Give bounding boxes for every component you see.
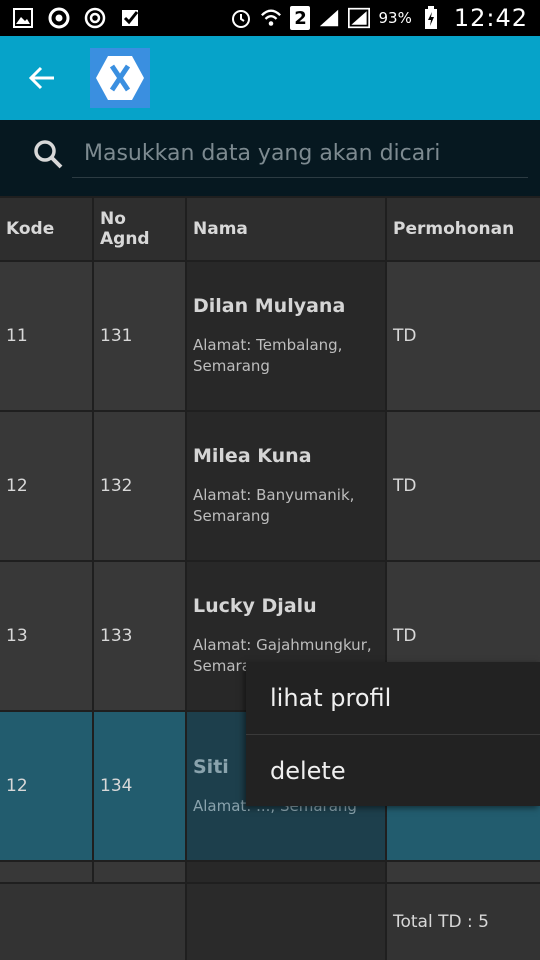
footer-spacer	[187, 884, 387, 960]
battery-icon	[420, 6, 442, 29]
cell-nama: Dilan Mulyana Alamat: Tembalang, Semaran…	[187, 262, 387, 410]
menu-item-delete[interactable]: delete	[246, 734, 540, 806]
xamarin-logo-icon	[96, 56, 144, 100]
cell-kode: 12	[0, 412, 94, 560]
alarm-icon	[230, 7, 252, 29]
total-td: Total TD : 5	[393, 912, 489, 932]
table-footer: Total TD : 5	[0, 884, 540, 960]
context-menu: lihat profil delete	[246, 662, 540, 806]
cell-no-agnd: 133	[94, 562, 187, 710]
header-kode: Kode	[0, 198, 94, 260]
cell-kode: 13	[0, 562, 94, 710]
app-logo	[90, 48, 150, 108]
battery-percent: 93%	[378, 9, 412, 27]
chrome-icon	[48, 7, 70, 29]
cell-permohonan: TD	[393, 326, 417, 346]
cell-kode: 12	[0, 712, 94, 860]
nama-text: Siti	[193, 755, 229, 778]
data-table: Kode No Agnd Nama Permohonan 11 131 Dila…	[0, 196, 540, 960]
sync-icon	[84, 7, 106, 29]
search-input[interactable]	[72, 130, 528, 178]
cell-kode: 11	[0, 262, 94, 410]
table-row[interactable]: 12 132 Milea Kuna Alamat: Banyumanik, Se…	[0, 412, 540, 562]
cell-empty	[94, 862, 187, 882]
cell-nama: Milea Kuna Alamat: Banyumanik, Semarang	[187, 412, 387, 560]
menu-item-lihat-profil[interactable]: lihat profil	[246, 662, 540, 734]
header-no-agnd: No Agnd	[94, 198, 187, 260]
cell-permohonan: TD	[393, 476, 417, 496]
cell-no-agnd: 132	[94, 412, 187, 560]
nama-text: Dilan Mulyana	[193, 295, 346, 317]
cell-empty	[387, 862, 540, 882]
wifi-icon	[260, 7, 282, 29]
clock: 12:42	[453, 4, 528, 32]
alamat-text: Alamat: Banyumanik, Semarang	[193, 486, 355, 525]
nama-text: Milea Kuna	[193, 445, 312, 467]
cell-empty	[0, 862, 94, 882]
table-header: Kode No Agnd Nama Permohonan	[0, 196, 540, 262]
sim-badge: 2	[290, 6, 311, 30]
header-permohonan: Permohonan	[393, 219, 515, 239]
arrow-left-icon	[28, 66, 54, 90]
signal-icon-2	[348, 7, 371, 29]
cell-empty	[187, 862, 387, 882]
app-bar	[0, 36, 540, 120]
cell-no-agnd: 131	[94, 262, 187, 410]
back-button[interactable]	[22, 58, 62, 98]
footer-spacer	[0, 884, 187, 960]
nama-text: Lucky Djalu	[193, 595, 317, 617]
status-bar: 2 93% 12:42	[0, 0, 540, 36]
check-icon	[120, 7, 142, 29]
cell-no-agnd: 134	[94, 712, 187, 860]
signal-icon	[318, 7, 340, 29]
header-nama: Nama	[187, 198, 387, 260]
gallery-icon	[12, 7, 34, 29]
table-row[interactable]: 11 131 Dilan Mulyana Alamat: Tembalang, …	[0, 262, 540, 412]
table-row	[0, 862, 540, 884]
search-bar	[0, 120, 540, 196]
search-icon	[34, 140, 63, 169]
alamat-text: Alamat: Tembalang, Semarang	[193, 336, 343, 375]
